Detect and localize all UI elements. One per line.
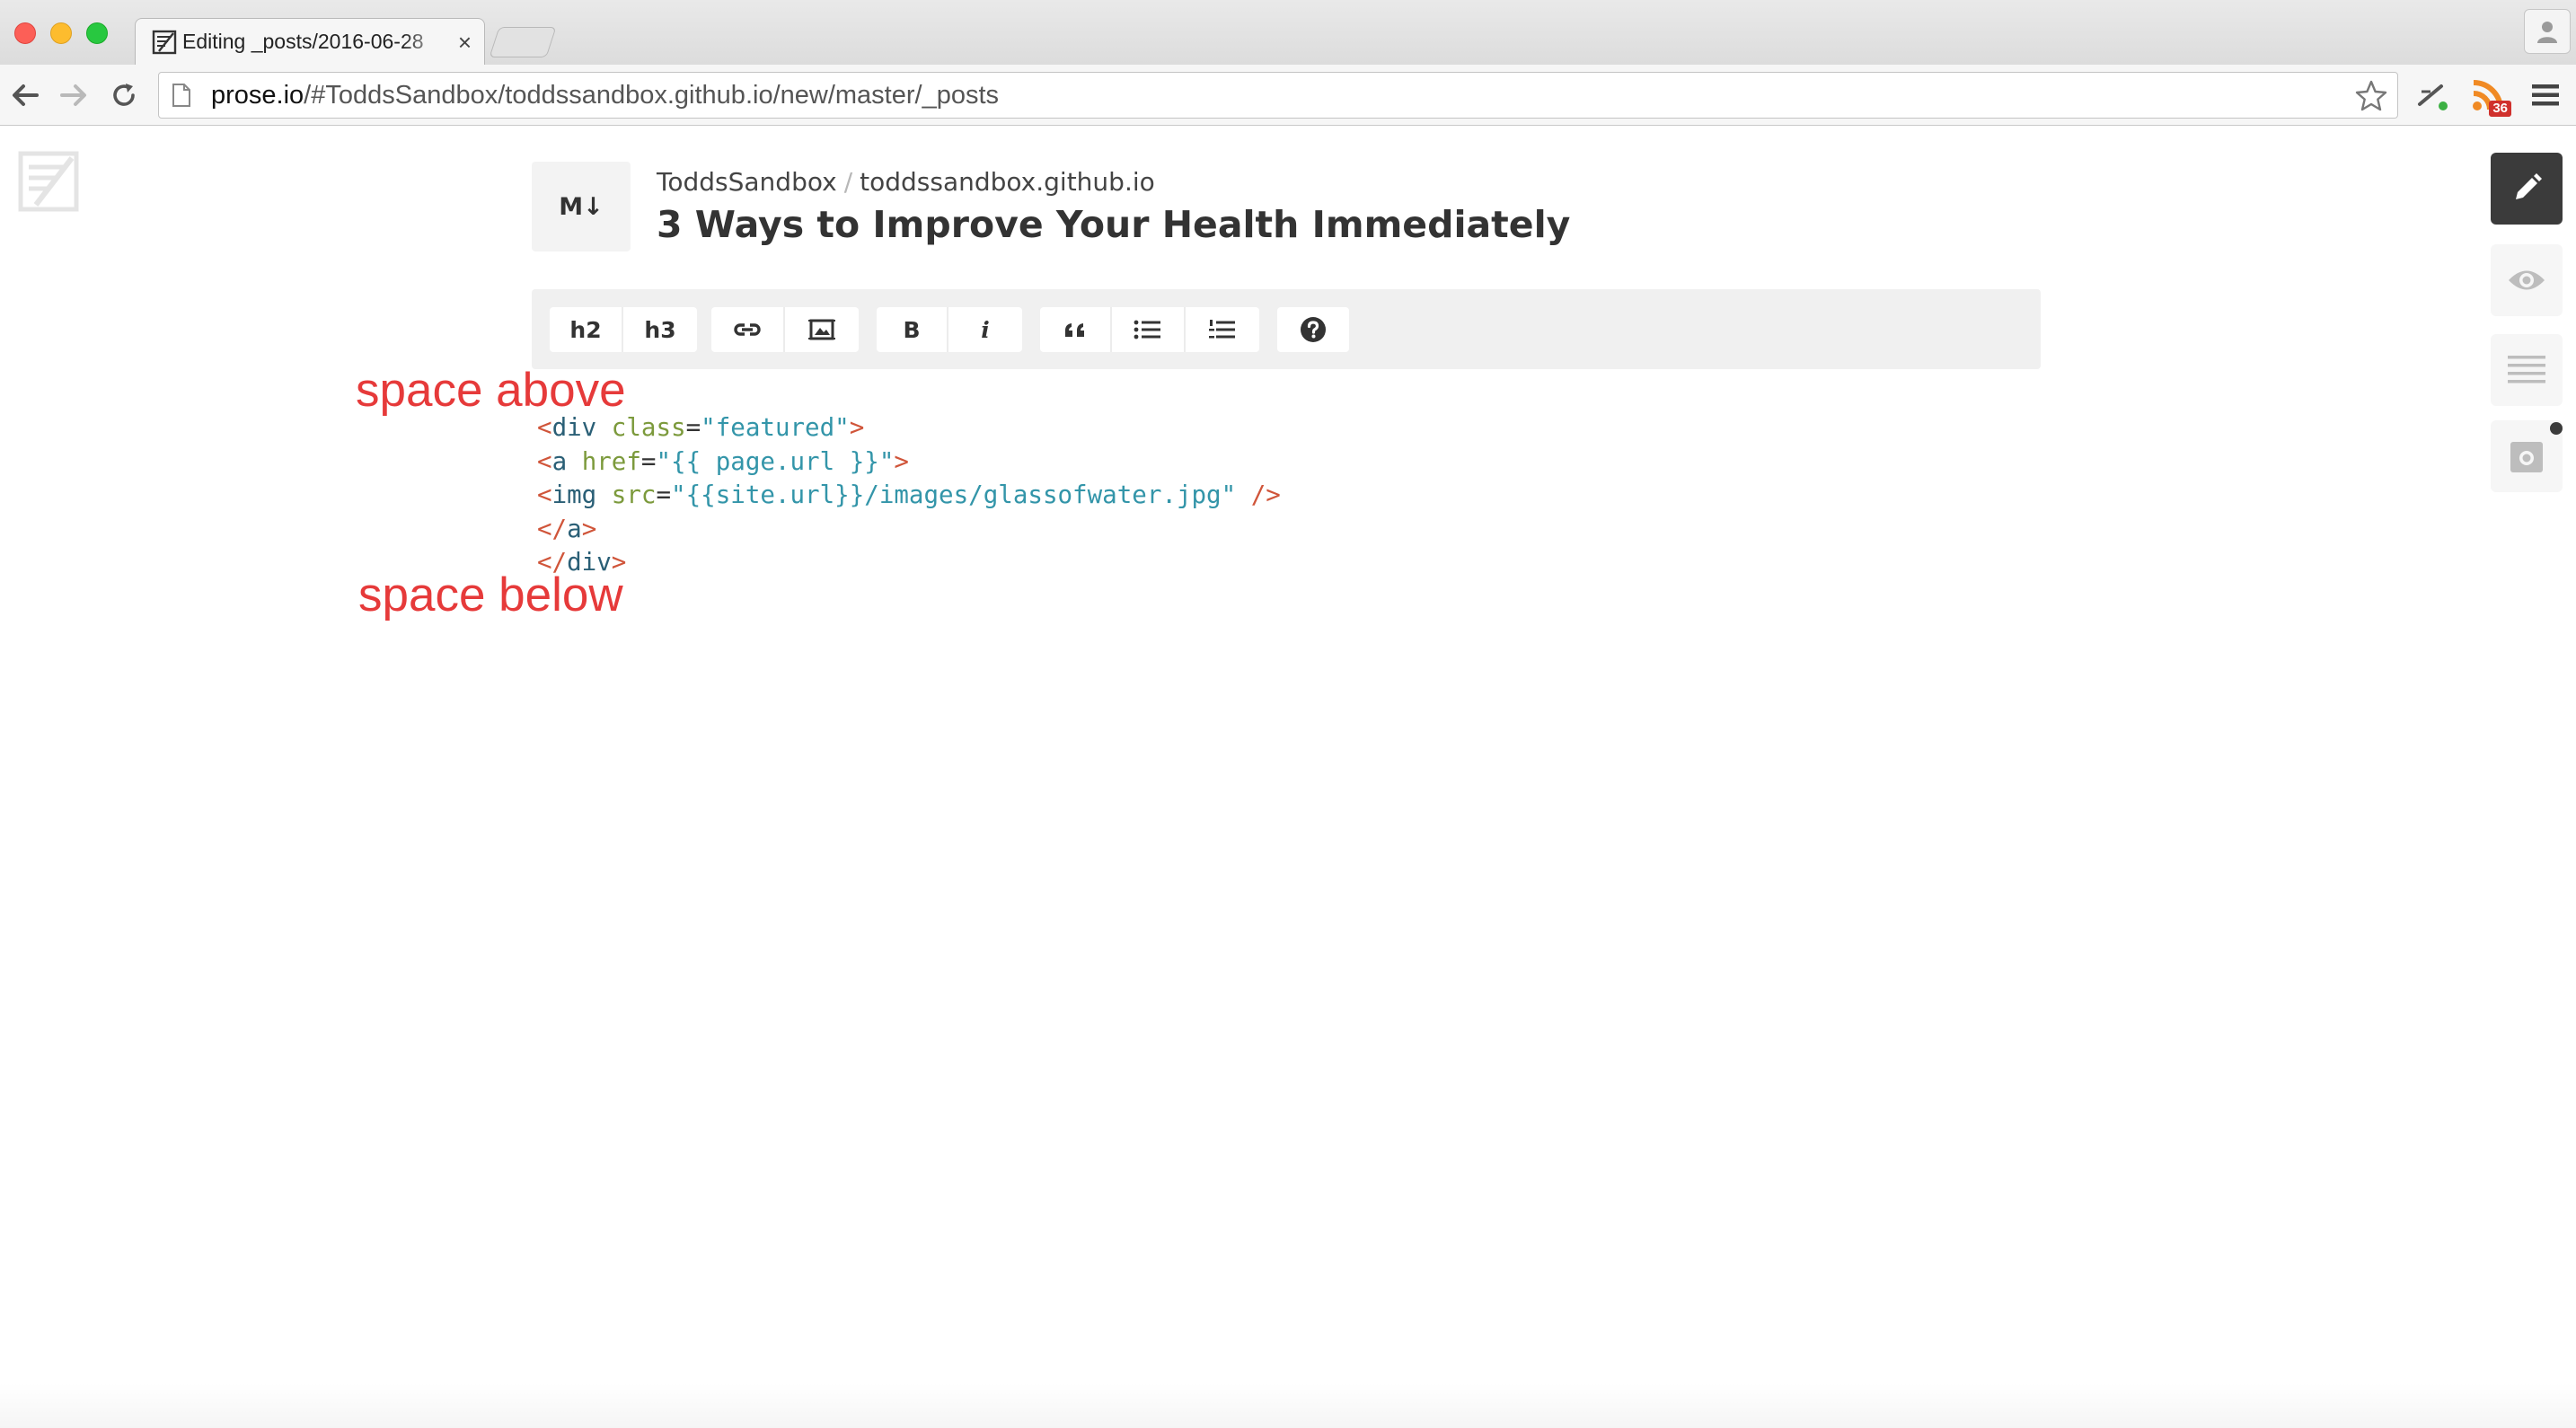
quote-button[interactable] [1040,307,1112,352]
back-arrow-icon[interactable] [7,77,43,113]
code-token: </ [537,514,568,543]
help-button[interactable] [1277,307,1349,352]
hamburger-menu-icon[interactable] [2526,75,2565,115]
preview-eye-icon [2509,270,2545,290]
code-token: img [551,480,597,509]
code-token: "{{ page.url }}" [656,446,895,476]
code-line: </a> [537,513,1281,547]
bottom-shadow [0,1383,2576,1428]
code-token: > [581,514,597,543]
code-token: > [849,413,865,442]
browser-tab[interactable]: Editing _posts/2016-06-28 × [135,18,485,65]
code-line: </div> [537,546,1281,580]
code-token: = [640,446,657,476]
code-token: < [537,446,552,476]
metadata-list-icon [2508,356,2545,383]
code-token: > [894,446,909,476]
code-token: src [611,480,657,509]
markdown-toolbar: h2 h3 B i [532,289,2041,369]
code-token: "{{site.url}}/images/glassofwater.jpg" [671,480,1237,509]
url-path: /#ToddsSandbox/toddssandbox.github.io/ne… [304,80,1000,110]
heading-group: h2 h3 [550,307,697,352]
code-line: <a href="{{ page.url }}"> [537,445,1281,480]
style-group: B i [877,307,1022,352]
code-token: < [537,480,552,509]
code-editor[interactable]: <div class="featured"> <a href="{{ page.u… [537,411,1281,580]
document-title[interactable]: 3 Ways to Improve Your Health Immediatel… [657,203,1570,246]
edit-pencil-icon [2516,173,2542,199]
breadcrumb-owner[interactable]: ToddsSandbox [657,167,837,197]
h2-button[interactable]: h2 [550,307,623,352]
edit-button[interactable] [2491,153,2563,225]
breadcrumb: ToddsSandbox / toddssandbox.github.io [657,167,1155,197]
numbered-list-icon [1209,320,1235,339]
annotation-space-below: space below [358,569,623,621]
block-group [1040,307,1259,352]
forward-arrow-icon[interactable] [56,77,92,113]
bullet-list-icon [1134,320,1160,339]
code-token: "featured" [701,413,850,442]
bold-button[interactable]: B [877,307,948,352]
page-icon [172,84,190,107]
tab-close-icon[interactable]: × [458,31,472,54]
code-token: = [656,480,672,509]
person-icon [2537,22,2557,43]
minimize-window-button[interactable] [50,22,72,44]
media-camera-icon [2510,442,2543,472]
new-tab-button[interactable] [489,27,557,57]
zoom-window-button[interactable] [86,22,108,44]
markdown-format-badge: M↓ [532,162,631,251]
code-line: <img src="{{site.url}}/images/glassofwat… [537,479,1281,513]
help-group [1277,307,1349,352]
h3-button[interactable]: h3 [623,307,697,352]
italic-button[interactable]: i [948,307,1022,352]
help-question-icon [1301,317,1326,342]
address-bar[interactable]: prose.io/#ToddsSandbox/toddssandbox.gith… [158,72,2398,119]
code-line: <div class="featured"> [537,411,1281,445]
code-token: a [551,446,568,476]
annotation-space-above: space above [356,364,626,417]
media-notification-dot [2550,422,2563,435]
browser-tab-bar: Editing _posts/2016-06-28 × [0,0,2576,65]
tab-title: Editing _posts/2016-06-28 [182,30,424,53]
code-token: href [581,446,641,476]
rss-icon[interactable]: 36 [2468,75,2511,117]
code-token: /> [1250,480,1281,509]
insert-group [711,307,859,352]
url-text: prose.io/#ToddsSandbox/toddssandbox.gith… [211,81,2383,110]
media-button[interactable] [2491,420,2563,492]
close-window-button[interactable] [14,22,36,44]
code-token: = [685,413,701,442]
wand-icon[interactable] [2413,75,2452,115]
link-button[interactable] [711,307,785,352]
preview-button[interactable] [2491,244,2563,316]
numbered-list-button[interactable] [1186,307,1259,352]
breadcrumb-separator: / [843,167,853,197]
image-icon [808,319,835,340]
image-button[interactable] [785,307,859,352]
url-host: prose.io [211,80,304,110]
link-icon [734,323,761,336]
rss-unread-badge: 36 [2489,101,2511,117]
prose-favicon-icon [152,30,177,54]
profile-icon[interactable] [2524,9,2571,54]
star-icon[interactable] [2354,79,2388,113]
bullet-list-button[interactable] [1112,307,1186,352]
code-token: a [567,514,582,543]
metadata-button[interactable] [2491,334,2563,406]
quote-icon [1065,323,1084,337]
reload-icon[interactable] [106,77,142,113]
prose-logo-icon[interactable] [18,151,79,216]
browser-toolbar: prose.io/#ToddsSandbox/toddssandbox.gith… [0,65,2576,126]
breadcrumb-repo[interactable]: toddssandbox.github.io [860,167,1155,197]
